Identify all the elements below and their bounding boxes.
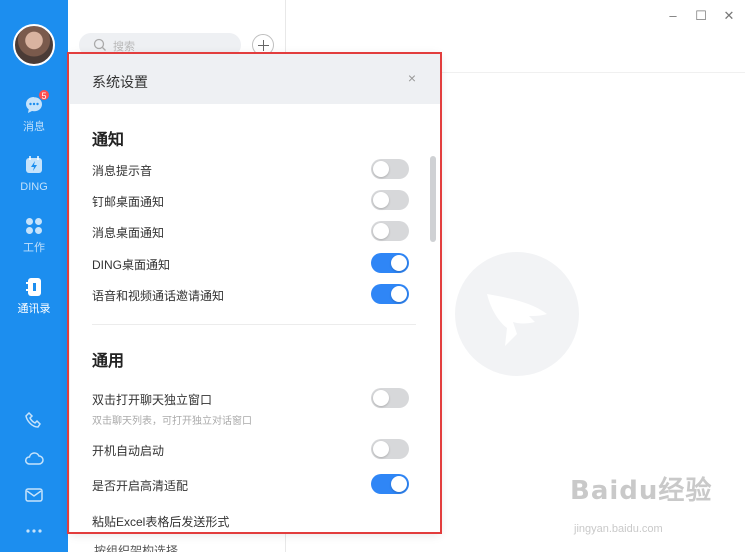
setting-label-ding-notify: DING桌面通知 (92, 258, 171, 272)
dialog-header: 系统设置 × (70, 54, 440, 104)
section-title-notify: 通知 (92, 132, 125, 149)
maximize-button[interactable]: ☐ (693, 8, 709, 24)
toggle-double-click[interactable] (371, 388, 409, 408)
baidu-watermark-url: jingyan.baidu.com (574, 523, 663, 535)
dingtalk-wing-icon (487, 294, 547, 346)
toggle-message-notify[interactable] (371, 221, 409, 241)
more-icon[interactable] (23, 520, 45, 542)
setting-label-hidpi: 是否开启高清适配 (92, 479, 189, 493)
setting-label-excel-paste: 粘贴Excel表格后发送形式 (92, 515, 230, 529)
settings-dialog: 系统设置 × 通知 消息提示音 钉邮桌面通知 消息桌面通知 DING桌面通知 语… (70, 54, 440, 532)
section-title-general: 通用 (92, 353, 125, 370)
setting-label-message-notify: 消息桌面通知 (92, 226, 165, 240)
toggle-auto-start[interactable] (371, 439, 409, 459)
dingtalk-logo-watermark (455, 252, 579, 376)
avatar[interactable] (13, 24, 55, 66)
nav-label-work: 工作 (23, 242, 45, 254)
toggle-mail-notify[interactable] (371, 190, 409, 210)
setting-label-auto-start: 开机自动启动 (92, 444, 165, 458)
setting-label-call-notify: 语音和视频通话邀请通知 (92, 289, 225, 303)
mail-icon[interactable] (23, 484, 45, 506)
nav-item-work[interactable]: 工作 (0, 215, 68, 255)
unread-badge: 5 (38, 89, 50, 101)
nav-item-ding[interactable]: DING (0, 154, 68, 194)
setting-label-message-sound: 消息提示音 (92, 164, 153, 178)
window-close-button[interactable]: ✕ (721, 8, 737, 24)
setting-desc-double-click: 双击聊天列表，可打开独立对话窗口 (92, 416, 252, 427)
nav-item-messages[interactable]: 消息 (0, 94, 68, 134)
nav-label-ding: DING (20, 181, 48, 193)
toggle-call-notify[interactable] (371, 284, 409, 304)
dialog-title: 系统设置 (92, 74, 148, 90)
ding-icon (26, 156, 42, 173)
phone-icon[interactable] (23, 410, 45, 432)
search-placeholder: 搜索 (113, 41, 135, 53)
nav-label-contacts: 通讯录 (17, 303, 51, 315)
section-divider (92, 324, 416, 325)
apps-icon (26, 218, 42, 234)
add-button[interactable] (252, 34, 274, 56)
left-nav-bar: 消息 5 DING 工作 通讯录 (0, 0, 68, 552)
scrollbar-thumb[interactable] (430, 156, 436, 242)
list-item[interactable]: 按组织架构选择 (94, 542, 178, 552)
toggle-hidpi[interactable] (371, 474, 409, 494)
setting-label-double-click: 双击打开聊天独立窗口 (92, 393, 213, 407)
search-icon (93, 38, 106, 51)
nav-item-contacts[interactable]: 通讯录 (0, 276, 68, 316)
setting-label-mail-notify: 钉邮桌面通知 (92, 195, 165, 209)
cloud-icon[interactable] (23, 447, 45, 469)
toggle-message-sound[interactable] (371, 159, 409, 179)
nav-label-messages: 消息 (23, 121, 45, 133)
toggle-ding-notify[interactable] (371, 253, 409, 273)
dialog-scrollbar[interactable] (430, 104, 436, 532)
dialog-close-button[interactable]: × (404, 70, 420, 86)
minimize-button[interactable]: – (665, 8, 681, 23)
baidu-watermark: Baidu经验 (570, 476, 713, 506)
contacts-icon (26, 278, 41, 296)
